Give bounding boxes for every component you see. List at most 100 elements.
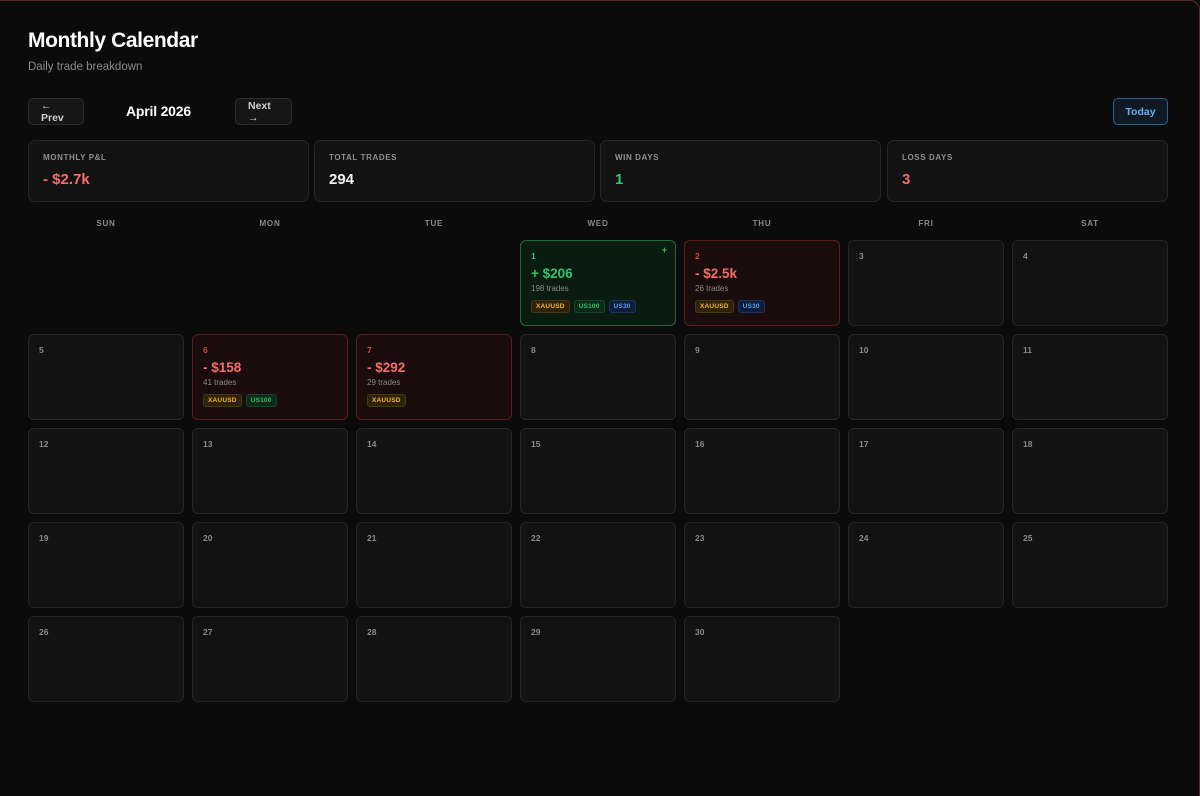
calendar-day-7[interactable]: 7 - $292 29 trades XAUUSD: [356, 334, 512, 420]
symbol-tags: XAUUSD: [367, 394, 511, 407]
day-number: 30: [695, 627, 705, 637]
weekday-label-wed: WED: [587, 219, 609, 228]
weekday-label-sun: SUN: [96, 219, 116, 228]
symbol-tag-us100: US100: [245, 394, 277, 407]
calendar-day-29[interactable]: 29: [520, 616, 676, 702]
weekday-label-fri: FRI: [918, 219, 934, 228]
day-trade-count: 26 trades: [695, 284, 729, 293]
today-button[interactable]: Today: [1113, 98, 1168, 125]
day-pnl: + $206: [531, 266, 573, 281]
stat-value: - $2.7k: [43, 171, 90, 188]
calendar-day-15[interactable]: 15: [520, 428, 676, 514]
calendar-day-6[interactable]: 6 - $158 41 trades XAUUSD US100: [192, 334, 348, 420]
day-trade-count: 29 trades: [367, 378, 401, 387]
symbol-tag-xauusd: XAUUSD: [531, 300, 570, 313]
day-number: 9: [695, 345, 700, 355]
calendar-day-1[interactable]: 1 + + $206 198 trades XAUUSD US100 US30: [520, 240, 676, 326]
calendar-day-12[interactable]: 12: [28, 428, 184, 514]
stat-card-monthly-pnl: MONTHLY P&L - $2.7k: [28, 140, 309, 202]
next-month-button[interactable]: Next →: [235, 98, 292, 125]
calendar-day-21[interactable]: 21: [356, 522, 512, 608]
symbol-tag-us30: US30: [608, 300, 636, 313]
calendar-day-3[interactable]: 3: [848, 240, 1004, 326]
calendar-day-18[interactable]: 18: [1012, 428, 1168, 514]
day-pnl: - $2.5k: [695, 266, 738, 281]
day-number: 12: [39, 439, 49, 449]
calendar-day-19[interactable]: 19: [28, 522, 184, 608]
day-number: 14: [367, 439, 377, 449]
day-number: 17: [859, 439, 869, 449]
calendar-day-23[interactable]: 23: [684, 522, 840, 608]
calendar-day-14[interactable]: 14: [356, 428, 512, 514]
weekday-label-sat: SAT: [1081, 219, 1099, 228]
day-number: 4: [1023, 251, 1028, 261]
day-number: 21: [367, 533, 377, 543]
weekday-label-tue: TUE: [424, 219, 444, 228]
calendar-day-24[interactable]: 24: [848, 522, 1004, 608]
page-header: Monthly Calendar Daily trade breakdown: [28, 29, 198, 73]
day-number: 18: [1023, 439, 1033, 449]
symbol-tags: XAUUSD US100: [203, 394, 347, 407]
stat-label: WIN DAYS: [615, 153, 660, 162]
day-number: 23: [695, 533, 705, 543]
calendar-day-22[interactable]: 22: [520, 522, 676, 608]
day-number: 22: [531, 533, 541, 543]
calendar-day-17[interactable]: 17: [848, 428, 1004, 514]
page-subtitle: Daily trade breakdown: [28, 61, 143, 73]
calendar-day-25[interactable]: 25: [1012, 522, 1168, 608]
day-trade-count: 41 trades: [203, 378, 237, 387]
prev-month-button[interactable]: ← Prev: [28, 98, 84, 125]
calendar-day-27[interactable]: 27: [192, 616, 348, 702]
day-number: 29: [531, 627, 541, 637]
calendar-day-2[interactable]: 2 - $2.5k 26 trades XAUUSD US30: [684, 240, 840, 326]
current-month-label: April 2026: [126, 103, 191, 119]
weekday-label-thu: THU: [752, 219, 772, 228]
day-number: 28: [367, 627, 377, 637]
calendar-day-9[interactable]: 9: [684, 334, 840, 420]
symbol-tag-xauusd: XAUUSD: [367, 394, 406, 407]
symbol-tags: XAUUSD US100 US30: [531, 300, 675, 313]
symbol-tags: XAUUSD US30: [695, 300, 839, 313]
stat-value: 294: [329, 171, 355, 188]
calendar-day-28[interactable]: 28: [356, 616, 512, 702]
symbol-tag-xauusd: XAUUSD: [203, 394, 242, 407]
stats-row: MONTHLY P&L - $2.7k TOTAL TRADES 294 WIN…: [28, 140, 1168, 202]
day-number: 7: [367, 345, 372, 355]
stat-label: LOSS DAYS: [902, 153, 953, 162]
day-number: 3: [859, 251, 864, 261]
day-number: 1: [531, 251, 536, 261]
calendar-day-5[interactable]: 5: [28, 334, 184, 420]
day-number: 5: [39, 345, 44, 355]
app-window: Monthly Calendar Daily trade breakdown ←…: [0, 0, 1200, 796]
calendar-day-26[interactable]: 26: [28, 616, 184, 702]
calendar-day-10[interactable]: 10: [848, 334, 1004, 420]
day-number: 19: [39, 533, 49, 543]
day-number: 20: [203, 533, 213, 543]
stat-label: MONTHLY P&L: [43, 153, 107, 162]
win-marker-icon: +: [661, 245, 667, 255]
day-number: 11: [1023, 345, 1032, 355]
weekday-label-mon: MON: [259, 219, 281, 228]
calendar-day-16[interactable]: 16: [684, 428, 840, 514]
day-number: 2: [695, 251, 700, 261]
page-title: Monthly Calendar: [28, 29, 198, 52]
day-number: 27: [203, 627, 213, 637]
day-pnl: - $292: [367, 360, 406, 375]
calendar-day-30[interactable]: 30: [684, 616, 840, 702]
day-number: 10: [859, 345, 869, 355]
day-number: 24: [859, 533, 869, 543]
calendar-day-4[interactable]: 4: [1012, 240, 1168, 326]
stat-card-total-trades: TOTAL TRADES 294: [314, 140, 595, 202]
day-number: 13: [203, 439, 213, 449]
weekday-header: SUN MON TUE WED THU FRI SAT: [28, 219, 1168, 231]
day-number: 8: [531, 345, 536, 355]
stat-card-loss-days: LOSS DAYS 3: [887, 140, 1168, 202]
calendar-day-20[interactable]: 20: [192, 522, 348, 608]
calendar-day-8[interactable]: 8: [520, 334, 676, 420]
calendar-day-11[interactable]: 11: [1012, 334, 1168, 420]
day-pnl: - $158: [203, 360, 242, 375]
day-number: 6: [203, 345, 208, 355]
calendar-day-13[interactable]: 13: [192, 428, 348, 514]
stat-card-win-days: WIN DAYS 1: [600, 140, 881, 202]
calendar-grid: 1 + + $206 198 trades XAUUSD US100 US30 2- $2.5…: [28, 240, 1168, 703]
